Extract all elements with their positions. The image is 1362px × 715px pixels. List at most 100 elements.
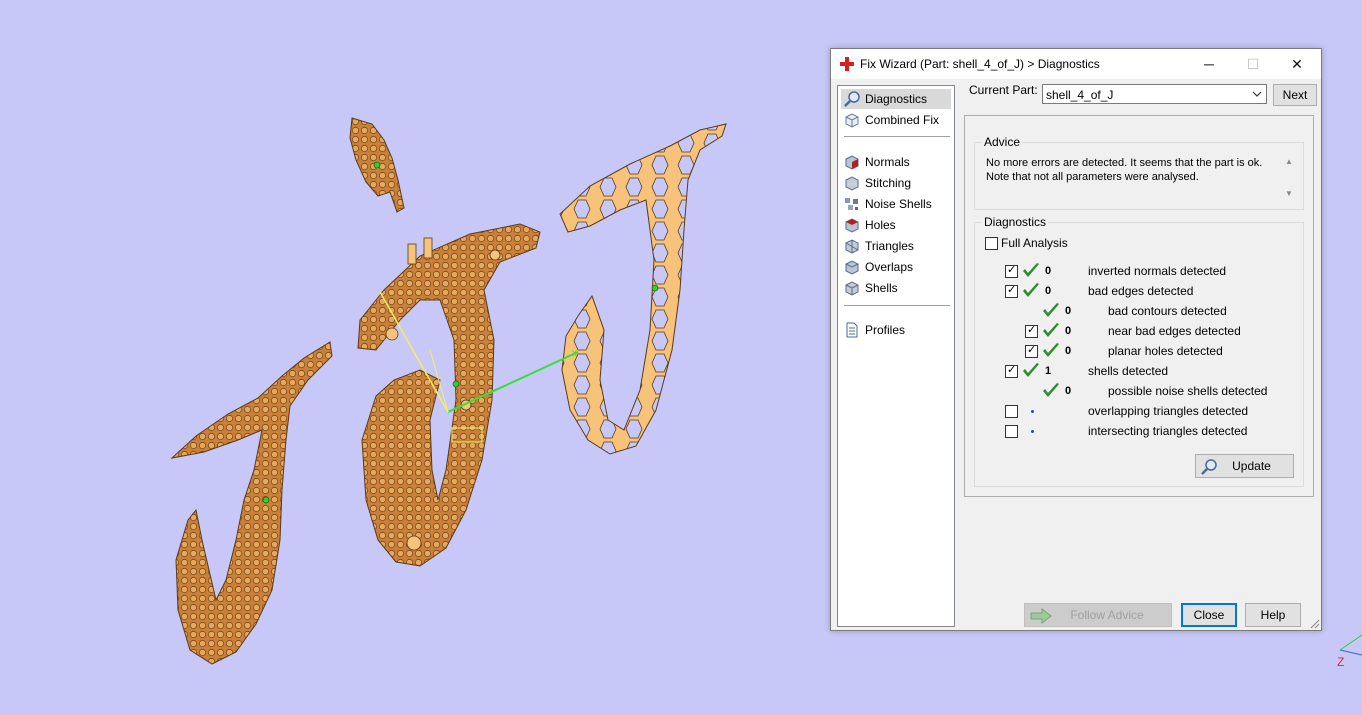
nav-item-holes[interactable]: Holes (841, 215, 951, 235)
nav-item-stitching[interactable]: Stitching (841, 173, 951, 193)
diagnostic-checkbox[interactable]: ✓ (1025, 324, 1038, 338)
green-check-icon (1023, 283, 1039, 297)
diagnostic-count: 0 (1045, 265, 1052, 277)
fix-wizard-dialog: Fix Wizard (Part: shell_4_of_J) > Diagno… (830, 48, 1322, 631)
advice-text: No more errors are detected. It seems th… (986, 156, 1286, 184)
diagnostic-checkbox[interactable]: ✓ (1005, 284, 1018, 298)
diagnostic-checkbox[interactable]: ✓ (1005, 364, 1018, 378)
diagnostics-title: Diagnostics (982, 215, 1049, 229)
diagnostic-label: planar holes detected (1108, 344, 1223, 358)
nav-label: Shells (865, 281, 898, 295)
green-check-icon (1023, 263, 1039, 277)
nav-label: Combined Fix (865, 113, 940, 127)
resize-grip-icon[interactable] (1310, 619, 1320, 629)
advice-title: Advice (982, 135, 1023, 149)
follow-advice-button: Follow Advice (1024, 603, 1172, 627)
nav-item-combined-fix[interactable]: Combined Fix (841, 110, 951, 130)
nav-item-normals[interactable]: Normals (841, 152, 951, 172)
nav-label: Profiles (865, 323, 906, 337)
diagnostic-label: overlapping triangles detected (1088, 404, 1249, 418)
svg-text:x: x (572, 348, 577, 359)
holes-icon (845, 218, 859, 233)
magnifier-icon (844, 91, 860, 107)
normals-icon (845, 155, 859, 170)
nav-label: Diagnostics (865, 92, 928, 106)
part-j-right (559, 123, 727, 455)
diagnostic-count: 0 (1065, 345, 1072, 357)
shells-icon (845, 281, 859, 296)
green-check-icon (1043, 343, 1059, 357)
diagnostic-label: near bad edges detected (1108, 324, 1241, 338)
magnifier-icon (1201, 459, 1217, 475)
diagnostic-label: inverted normals detected (1088, 264, 1227, 278)
update-button[interactable]: Update (1195, 454, 1294, 478)
nav-label: Triangles (865, 239, 914, 253)
diagnostic-label: possible noise shells detected (1108, 384, 1268, 398)
diagnostic-checkbox[interactable]: ✓ (1005, 264, 1018, 278)
sidebar-separator (844, 305, 950, 306)
nav-item-shells[interactable]: Shells (841, 278, 951, 298)
green-check-icon (1043, 303, 1059, 317)
document-icon (846, 322, 858, 338)
check-glyph: ✓ (1007, 264, 1017, 276)
red-cross-icon (840, 57, 854, 71)
minimize-icon: ─ (1204, 56, 1214, 72)
diagnostic-label: bad edges detected (1088, 284, 1194, 298)
diagnostic-checkbox[interactable] (1005, 405, 1018, 418)
diagnostic-label: bad contours detected (1108, 304, 1227, 318)
full-analysis-checkbox[interactable] (985, 237, 998, 250)
diagnostic-checkbox[interactable]: ✓ (1025, 344, 1038, 358)
help-button[interactable]: Help (1245, 603, 1301, 627)
sidebar-separator (844, 136, 950, 137)
chevron-down-icon (1252, 91, 1262, 97)
green-check-icon (1043, 323, 1059, 337)
check-glyph: ✓ (1007, 364, 1017, 376)
diagnostic-label: shells detected (1088, 364, 1169, 378)
title-bar[interactable]: Fix Wizard (Part: shell_4_of_J) > Diagno… (831, 49, 1321, 79)
nav-item-profiles[interactable]: Profiles (841, 320, 951, 340)
diagnostic-count: 0 (1045, 285, 1052, 297)
close-icon: ✕ (1291, 55, 1303, 72)
arrow-right-icon (1030, 608, 1052, 624)
part-tab-right (423, 237, 433, 259)
nav-label: Noise Shells (865, 197, 932, 211)
next-button[interactable]: Next (1273, 84, 1317, 106)
green-check-icon (1043, 383, 1059, 397)
current-part-value: shell_4_of_J (1046, 88, 1114, 102)
scroll-down-arrow[interactable]: ▼ (1285, 189, 1293, 198)
maximize-icon: ☐ (1246, 55, 1260, 72)
current-part-select[interactable]: shell_4_of_J (1042, 84, 1267, 104)
scroll-up-arrow[interactable]: ▲ (1285, 157, 1293, 166)
maximize-button: ☐ (1231, 49, 1275, 79)
stitching-icon (845, 176, 859, 191)
close-window-button[interactable]: ✕ (1275, 49, 1319, 79)
advice-line: Note that not all parameters were analys… (986, 171, 1199, 183)
nav-item-overlaps[interactable]: Overlaps (841, 257, 951, 277)
triangles-icon (845, 239, 859, 254)
nav-label: Stitching (865, 176, 912, 190)
nav-item-triangles[interactable]: Triangles (841, 236, 951, 256)
advice-line: No more errors are detected. It seems th… (986, 157, 1263, 169)
check-glyph: ✓ (1027, 324, 1037, 336)
check-glyph: ✓ (1007, 284, 1017, 296)
diagnostic-checkbox[interactable] (1005, 425, 1018, 438)
green-check-icon (1023, 363, 1039, 377)
nav-label: Normals (865, 155, 910, 169)
cube-wire-icon (845, 113, 859, 128)
diagnostic-count: 0 (1065, 385, 1072, 397)
wizard-sidebar: Diagnostics Combined Fix Normals Stitchi… (837, 85, 955, 627)
nav-item-noise-shells[interactable]: Noise Shells (841, 194, 951, 214)
close-button[interactable]: Close (1181, 603, 1237, 627)
part-j-left (170, 341, 333, 665)
minimize-button[interactable]: ─ (1187, 49, 1231, 79)
dialog-title: Fix Wizard (Part: shell_4_of_J) > Diagno… (860, 57, 1100, 71)
axis-z-label: Z (1337, 655, 1345, 669)
diagnostic-count: 0 (1065, 305, 1072, 317)
pending-dot-icon (1031, 430, 1034, 433)
diagnostic-count: 1 (1045, 365, 1052, 377)
nav-item-diagnostics[interactable]: Diagnostics (841, 89, 951, 109)
overlaps-icon (845, 260, 859, 275)
part-tab-left (407, 243, 417, 265)
noise-shells-icon (845, 198, 858, 210)
nav-label: Overlaps (865, 260, 914, 274)
